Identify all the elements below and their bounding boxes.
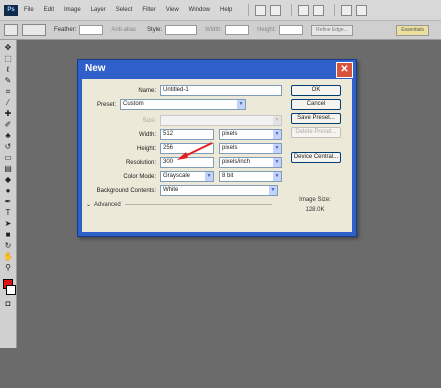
photoshop-window: Ps File Edit Image Layer Select Filter V… xyxy=(0,0,441,388)
annotation-arrow-head xyxy=(177,152,188,160)
status-area xyxy=(0,348,441,388)
annotation-arrow-icon xyxy=(177,142,213,160)
